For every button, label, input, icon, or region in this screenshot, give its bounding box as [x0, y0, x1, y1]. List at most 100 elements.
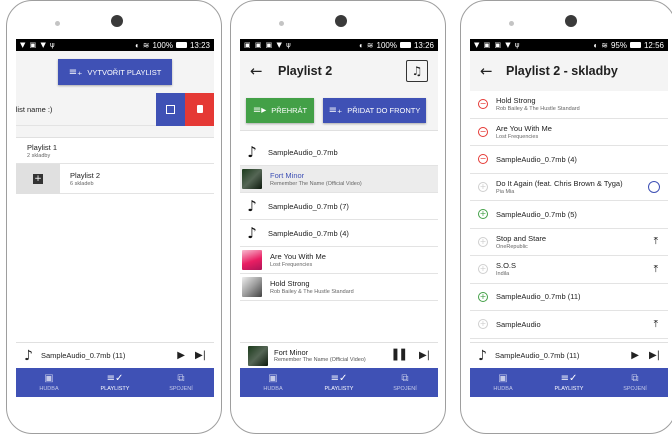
music-library-icon: ▣: [268, 373, 278, 384]
track-row[interactable]: + Stop and Stare OneRepublic ⤒: [470, 228, 668, 256]
delete-button[interactable]: [185, 92, 214, 126]
track-info: SampleAudio_0.7mb (7): [268, 202, 349, 211]
status-notification-icons: ▼ ▣ ▼ ψ: [20, 41, 56, 49]
skip-next-icon[interactable]: ▶|: [419, 350, 430, 361]
status-right: ◐ ≋ 100% 13:26: [359, 41, 434, 50]
trash-icon: [196, 105, 203, 113]
track-row[interactable]: + SampleAudio ⤒: [470, 311, 668, 339]
tab-label: PLAYLISTY: [324, 386, 354, 392]
tab-playlisty[interactable]: ≡✓ PLAYLISTY: [536, 368, 602, 397]
play-icon[interactable]: ▶: [177, 350, 185, 361]
track-info: SampleAudio_0.7mb (11): [496, 292, 581, 301]
tab-playlisty[interactable]: ≡✓ PLAYLISTY: [82, 368, 148, 397]
tab-hudba[interactable]: ▣ HUDBA: [470, 368, 536, 397]
page-title: Playlist 2: [278, 64, 333, 78]
remove-circle-icon[interactable]: −: [478, 126, 488, 137]
confirm-name-button[interactable]: [156, 92, 185, 126]
wifi-icon: ≋: [601, 40, 608, 50]
mini-player[interactable]: ♪ SampleAudio_0.7mb (11) ▶ ▶|: [16, 342, 214, 368]
mini-player[interactable]: ♪ SampleAudio_0.7mb (11) ▶ ▶|: [470, 342, 668, 368]
track-title: Hold Strong: [496, 96, 536, 106]
track-info: Hold Strong Rob Bailey & The Hustle Stand…: [270, 279, 354, 295]
add-circle-icon[interactable]: +: [478, 319, 488, 330]
add-circle-icon[interactable]: +: [478, 264, 488, 275]
track-row[interactable]: ♪ SampleAudio_0.7mb (4): [240, 220, 438, 247]
playlist-item[interactable]: + Playlist 2 6 skladeb: [16, 163, 214, 194]
music-note-button[interactable]: ♫: [406, 60, 428, 82]
remove-circle-icon[interactable]: −: [478, 154, 488, 165]
skip-next-icon[interactable]: ▶|: [649, 350, 660, 361]
mute-vibrate-icon: ◐: [593, 40, 599, 50]
track-row[interactable]: − Are You With Me Lost Frequencies: [470, 118, 668, 146]
create-playlist-button[interactable]: ≡₊ VYTVOŘIT PLAYLIST: [58, 59, 172, 85]
track-row[interactable]: + SampleAudio_0.7mb (11): [470, 283, 668, 311]
mini-player[interactable]: Fort Minor Remember The Name (Official V…: [240, 342, 438, 368]
tab-label: PLAYLISTY: [100, 386, 130, 392]
back-arrow-icon[interactable]: ←: [480, 62, 500, 80]
add-to-queue-button[interactable]: ≡₊ PŘIDAT DO FRONTY: [323, 98, 426, 123]
battery-percent: 100%: [152, 40, 173, 50]
tab-hudba[interactable]: ▣ HUDBA: [16, 368, 82, 397]
drag-handle[interactable]: +: [16, 163, 60, 194]
track-title: SampleAudio_0.7mb (7): [268, 201, 349, 211]
track-title: SampleAudio_0.7mb (11): [496, 292, 581, 302]
track-list: ♪ SampleAudio_0.7mb Fort Minor Remember The…: [240, 139, 438, 301]
tab-hudba[interactable]: ▣ HUDBA: [240, 368, 306, 397]
track-title: SampleAudio_0.7mb (4): [268, 228, 349, 238]
tab-playlisty[interactable]: ≡✓ PLAYLISTY: [306, 368, 372, 397]
track-title: Are You With Me: [270, 252, 326, 261]
track-row[interactable]: + S.O.S Indila ⤒: [470, 256, 668, 284]
pause-icon[interactable]: ▌▌: [394, 350, 409, 361]
playlist-name-input[interactable]: ylist name :): [16, 105, 156, 114]
add-circle-icon[interactable]: +: [478, 236, 488, 247]
music-note-icon: ♪: [478, 347, 487, 364]
track-subtitle: Rob Bailey & The Hustle Standard: [496, 106, 580, 113]
track-title: Are You With Me: [496, 123, 552, 133]
track-subtitle: Remember The Name (Official Video): [270, 181, 362, 187]
track-row[interactable]: + Do It Again (feat. Chris Brown & Tyga) P…: [470, 173, 668, 201]
tab-spojeni[interactable]: ⧉ SPOJENÍ: [148, 368, 214, 397]
track-subtitle: Lost Frequencies: [496, 133, 539, 140]
back-arrow-icon[interactable]: ←: [250, 62, 270, 80]
track-info: Are You With Me Lost Frequencies: [270, 252, 326, 268]
playlist-name-row: ylist name :): [16, 92, 214, 126]
playlist-count: 2 skladby: [27, 152, 51, 159]
track-row[interactable]: + SampleAudio_0.7mb (5): [470, 201, 668, 229]
phone-frame-3: ▼ ▣ ▣ ▼ ψ ◐ ≋ 95% 12:56 ← Playlist 2 - s…: [460, 0, 672, 434]
track-info: Do It Again (feat. Chris Brown & Tyga) Pi…: [496, 179, 623, 195]
track-info: Stop and Stare OneRepublic: [496, 234, 546, 250]
add-circle-icon[interactable]: +: [478, 181, 488, 192]
screen-playlists: ▼ ▣ ▼ ψ ◐ ≋ 100% 13:23 ≡₊ VYTVOŘIT PLAYL…: [16, 39, 214, 397]
spacer: [16, 126, 214, 138]
remove-circle-icon[interactable]: −: [478, 99, 488, 110]
play-icon[interactable]: ▶: [631, 350, 639, 361]
battery-percent: 95%: [610, 40, 627, 50]
upload-icon[interactable]: ⤒: [654, 236, 658, 247]
track-row[interactable]: − Hold Strong Rob Bailey & The Hustle Stan…: [470, 91, 668, 119]
playlist-item[interactable]: Playlist 1 2 skladby: [16, 138, 214, 164]
add-circle-icon[interactable]: +: [478, 209, 488, 220]
add-circle-icon[interactable]: +: [478, 291, 488, 302]
tab-spojeni[interactable]: ⧉ SPOJENÍ: [372, 368, 438, 397]
track-info: Are You With Me Lost Frequencies: [496, 124, 552, 140]
upload-icon[interactable]: ⤒: [654, 319, 658, 330]
music-library-icon: ▣: [498, 373, 508, 384]
upload-icon[interactable]: ⤒: [654, 264, 658, 275]
play-all-button[interactable]: ≡▸ PŘEHRÁT: [246, 98, 314, 123]
track-info: SampleAudio_0.7mb (4): [496, 155, 577, 164]
track-title: Fort Minor: [270, 171, 305, 180]
track-row[interactable]: Hold Strong Rob Bailey & The Hustle Stand…: [240, 274, 438, 301]
track-row[interactable]: − SampleAudio_0.7mb (4): [470, 146, 668, 174]
skip-next-icon[interactable]: ▶|: [195, 350, 206, 361]
album-art-thumb: [242, 277, 262, 297]
track-subtitle: Pia Mia: [496, 188, 515, 195]
track-row[interactable]: Are You With Me Lost Frequencies: [240, 247, 438, 274]
tab-spojeni[interactable]: ⧉ SPOJENÍ: [602, 368, 668, 397]
track-row[interactable]: Fort Minor Remember The Name (Official Vi…: [240, 166, 438, 193]
track-row[interactable]: ♪ SampleAudio_0.7mb: [240, 139, 438, 166]
status-bar: ▼ ▣ ▼ ψ ◐ ≋ 100% 13:23: [16, 39, 214, 51]
action-bar: ≡▸ PŘEHRÁT ≡₊ PŘIDAT DO FRONTY: [240, 91, 438, 131]
track-title: SampleAudio: [496, 319, 541, 329]
track-row[interactable]: ♪ SampleAudio_0.7mb (7): [240, 193, 438, 220]
wifi-icon: ≋: [142, 40, 150, 50]
